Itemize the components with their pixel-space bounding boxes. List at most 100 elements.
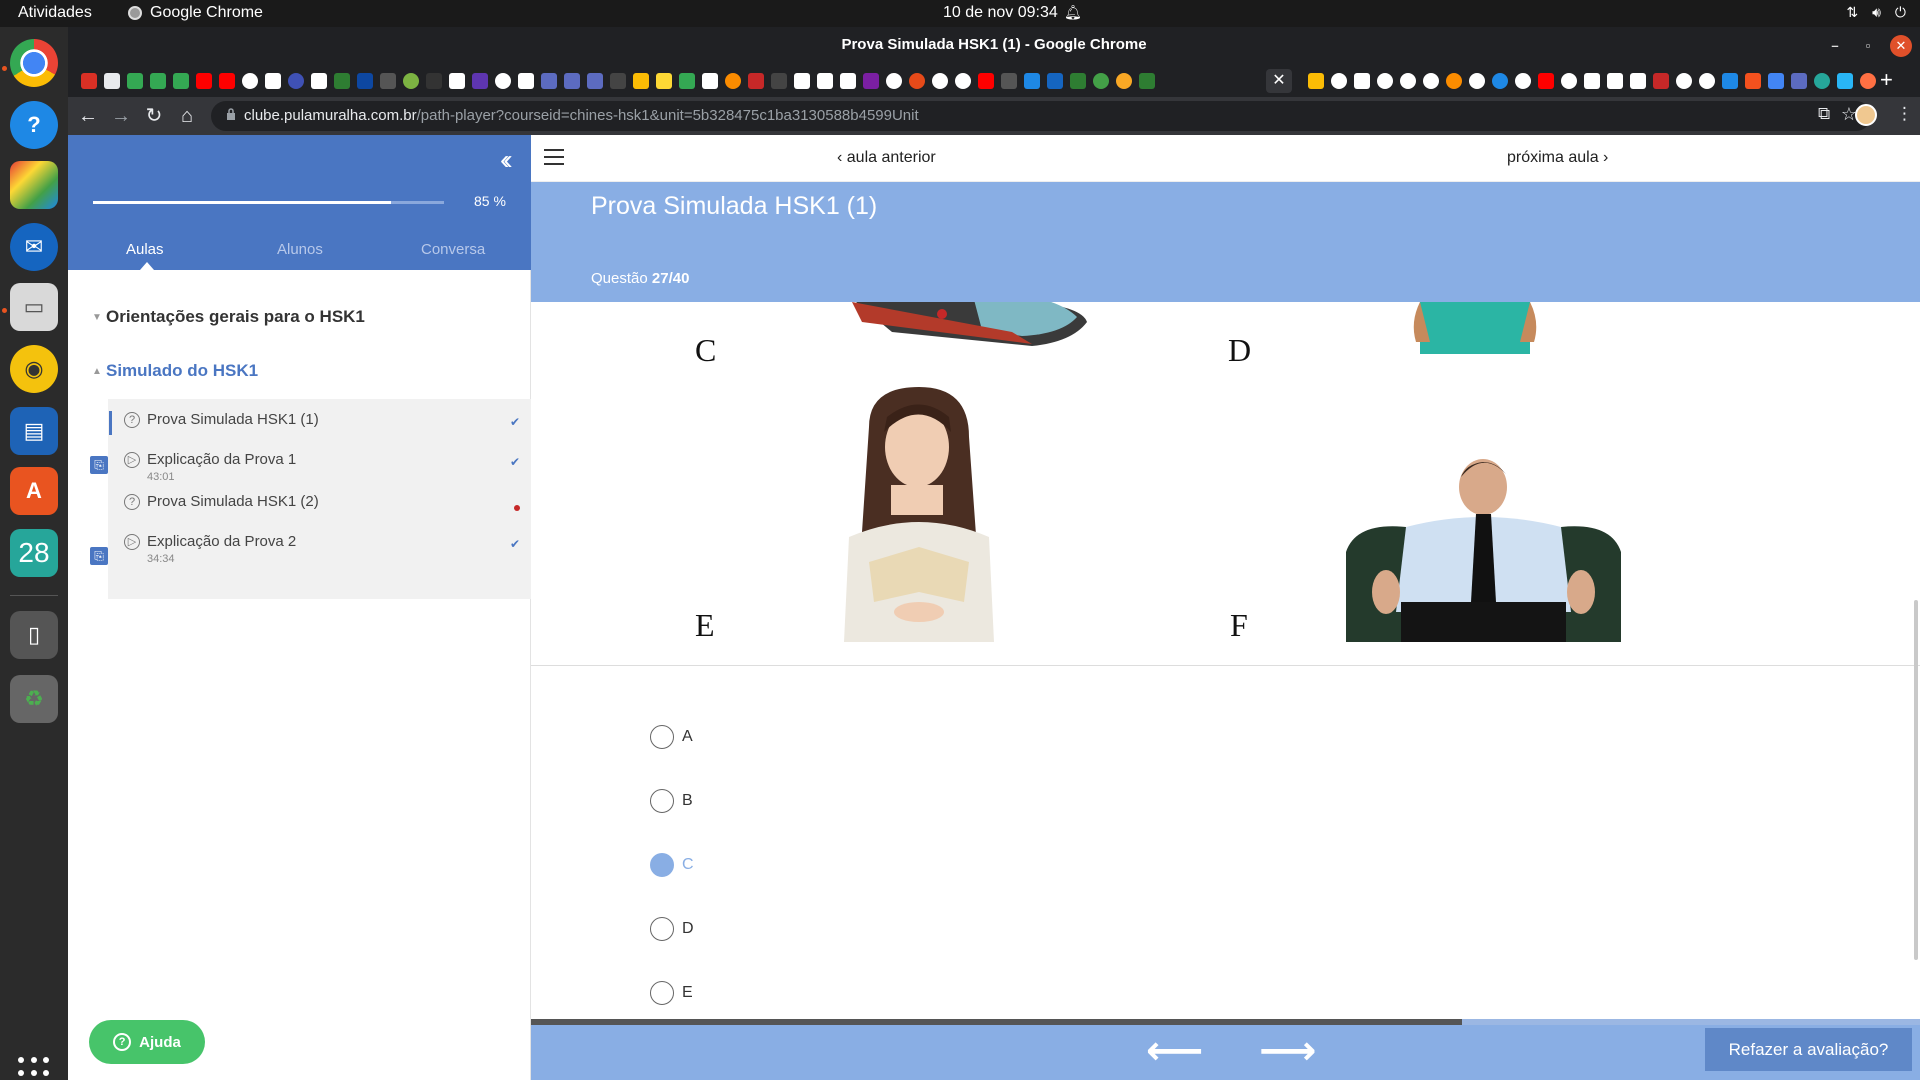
- answer-option-c[interactable]: C: [650, 852, 694, 878]
- tab-favicon[interactable]: [426, 73, 442, 89]
- attachment-icon[interactable]: ⎘: [90, 547, 108, 565]
- writer-icon[interactable]: ▤: [10, 407, 58, 455]
- tab-favicon[interactable]: [1837, 73, 1853, 89]
- rhythmbox-icon[interactable]: ◉: [10, 345, 58, 393]
- tab-favicon[interactable]: [104, 73, 120, 89]
- radio-button[interactable]: [650, 853, 674, 877]
- help-button[interactable]: ? Ajuda: [89, 1020, 205, 1064]
- tab-favicon[interactable]: [1492, 73, 1508, 89]
- tab-favicon[interactable]: [771, 73, 787, 89]
- tab-favicon[interactable]: [955, 73, 971, 89]
- tab-favicon[interactable]: [265, 73, 281, 89]
- tab-favicon[interactable]: [863, 73, 879, 89]
- tab-favicon[interactable]: [932, 73, 948, 89]
- lesson-item[interactable]: ? Prova Simulada HSK1 (2): [108, 487, 531, 525]
- tab-favicon[interactable]: [1745, 73, 1761, 89]
- tab-favicon[interactable]: [1116, 73, 1132, 89]
- shapes-app-icon[interactable]: [10, 161, 58, 209]
- tab-favicon[interactable]: [173, 73, 189, 89]
- tab-favicon[interactable]: [357, 73, 373, 89]
- tab-favicon[interactable]: [1354, 73, 1370, 89]
- lesson-item[interactable]: ? Prova Simulada HSK1 (1) ✔: [108, 405, 531, 443]
- tab-favicon[interactable]: [794, 73, 810, 89]
- reload-icon[interactable]: ↻: [141, 103, 167, 129]
- address-bar[interactable]: clube.pulamuralha.com.br/path-player?cou…: [211, 101, 1871, 131]
- system-tray[interactable]: ⇅ 🔊︎ ⏻: [1846, 4, 1906, 21]
- menu-icon[interactable]: [544, 149, 564, 165]
- tab-alunos[interactable]: Alunos: [277, 241, 323, 258]
- tab-aulas[interactable]: Aulas: [126, 241, 164, 258]
- answer-option-b[interactable]: B: [650, 788, 693, 814]
- tab-favicon[interactable]: [748, 73, 764, 89]
- show-apps-icon[interactable]: [18, 1057, 50, 1089]
- tab-favicon[interactable]: [1791, 73, 1807, 89]
- device-icon[interactable]: ▯: [10, 611, 58, 659]
- tab-favicon[interactable]: [725, 73, 741, 89]
- radio-button[interactable]: [650, 917, 674, 941]
- tab-favicon[interactable]: [1538, 73, 1554, 89]
- answer-option-e[interactable]: E: [650, 980, 693, 1006]
- attachment-icon[interactable]: ⎘: [90, 456, 108, 474]
- home-icon[interactable]: ⌂: [174, 103, 200, 129]
- tab-favicon[interactable]: [1024, 73, 1040, 89]
- tab-favicon[interactable]: [334, 73, 350, 89]
- clock[interactable]: 10 de nov 09:34: [943, 4, 1058, 22]
- notification-bell-icon[interactable]: 🔔︎: [1064, 4, 1082, 21]
- tab-favicon[interactable]: [1377, 73, 1393, 89]
- tab-favicon[interactable]: [518, 73, 534, 89]
- tab-favicon[interactable]: [1653, 73, 1669, 89]
- tab-favicon[interactable]: [886, 73, 902, 89]
- tab-favicon[interactable]: [909, 73, 925, 89]
- content-scrollbar[interactable]: [1914, 600, 1918, 960]
- previous-lesson-link[interactable]: ‹ aula anterior: [837, 149, 936, 167]
- tab-favicon[interactable]: [1860, 73, 1876, 89]
- tab-favicon[interactable]: [1093, 73, 1109, 89]
- new-tab-icon[interactable]: +: [1880, 67, 1893, 93]
- answer-option-d[interactable]: D: [650, 916, 694, 942]
- tab-favicon[interactable]: [81, 73, 97, 89]
- tab-favicon[interactable]: [1814, 73, 1830, 89]
- tab-favicon[interactable]: [1423, 73, 1439, 89]
- tab-favicon[interactable]: [541, 73, 557, 89]
- tab-favicon[interactable]: [1070, 73, 1086, 89]
- tab-favicon[interactable]: [311, 73, 327, 89]
- tab-favicon[interactable]: [1139, 73, 1155, 89]
- thunderbird-icon[interactable]: ✉: [10, 223, 58, 271]
- tab-favicon[interactable]: [288, 73, 304, 89]
- tab-conversa[interactable]: Conversa: [421, 241, 485, 258]
- tab-favicon[interactable]: [242, 73, 258, 89]
- radio-button[interactable]: [650, 789, 674, 813]
- tab-favicon[interactable]: [633, 73, 649, 89]
- radio-button[interactable]: [650, 725, 674, 749]
- tab-favicon[interactable]: [127, 73, 143, 89]
- radio-button[interactable]: [650, 981, 674, 1005]
- tab-favicon[interactable]: [978, 73, 994, 89]
- active-tab-close-icon[interactable]: ✕: [1266, 69, 1292, 93]
- tab-favicon[interactable]: [564, 73, 580, 89]
- tab-favicon[interactable]: [1630, 73, 1646, 89]
- tab-favicon[interactable]: [1331, 73, 1347, 89]
- tab-favicon[interactable]: [1446, 73, 1462, 89]
- previous-question-arrow-icon[interactable]: ⟵: [1146, 1029, 1203, 1073]
- tab-favicon[interactable]: [403, 73, 419, 89]
- tab-favicon[interactable]: [840, 73, 856, 89]
- tab-favicon[interactable]: [1607, 73, 1623, 89]
- calendar-icon[interactable]: 28: [10, 529, 58, 577]
- tab-favicon[interactable]: [817, 73, 833, 89]
- app-menu[interactable]: Google Chrome: [128, 4, 263, 22]
- close-icon[interactable]: ✕: [1890, 35, 1912, 57]
- app-center-icon[interactable]: A: [10, 467, 58, 515]
- lesson-item[interactable]: ▷ Explicação da Prova 1 43:01 ✔: [108, 445, 531, 483]
- section-simulado[interactable]: ▲ Simulado do HSK1: [92, 361, 258, 381]
- help-icon[interactable]: ?: [10, 101, 58, 149]
- tab-favicon[interactable]: [472, 73, 488, 89]
- next-question-arrow-icon[interactable]: ⟶: [1259, 1029, 1316, 1073]
- tab-favicon[interactable]: [495, 73, 511, 89]
- tab-favicon[interactable]: [1469, 73, 1485, 89]
- minimize-icon[interactable]: –: [1824, 35, 1846, 57]
- tab-favicon[interactable]: [1400, 73, 1416, 89]
- tab-favicon[interactable]: [196, 73, 212, 89]
- extensions-icon[interactable]: ⧉: [1818, 104, 1830, 124]
- next-lesson-link[interactable]: próxima aula ›: [1507, 149, 1608, 167]
- tab-favicon[interactable]: [702, 73, 718, 89]
